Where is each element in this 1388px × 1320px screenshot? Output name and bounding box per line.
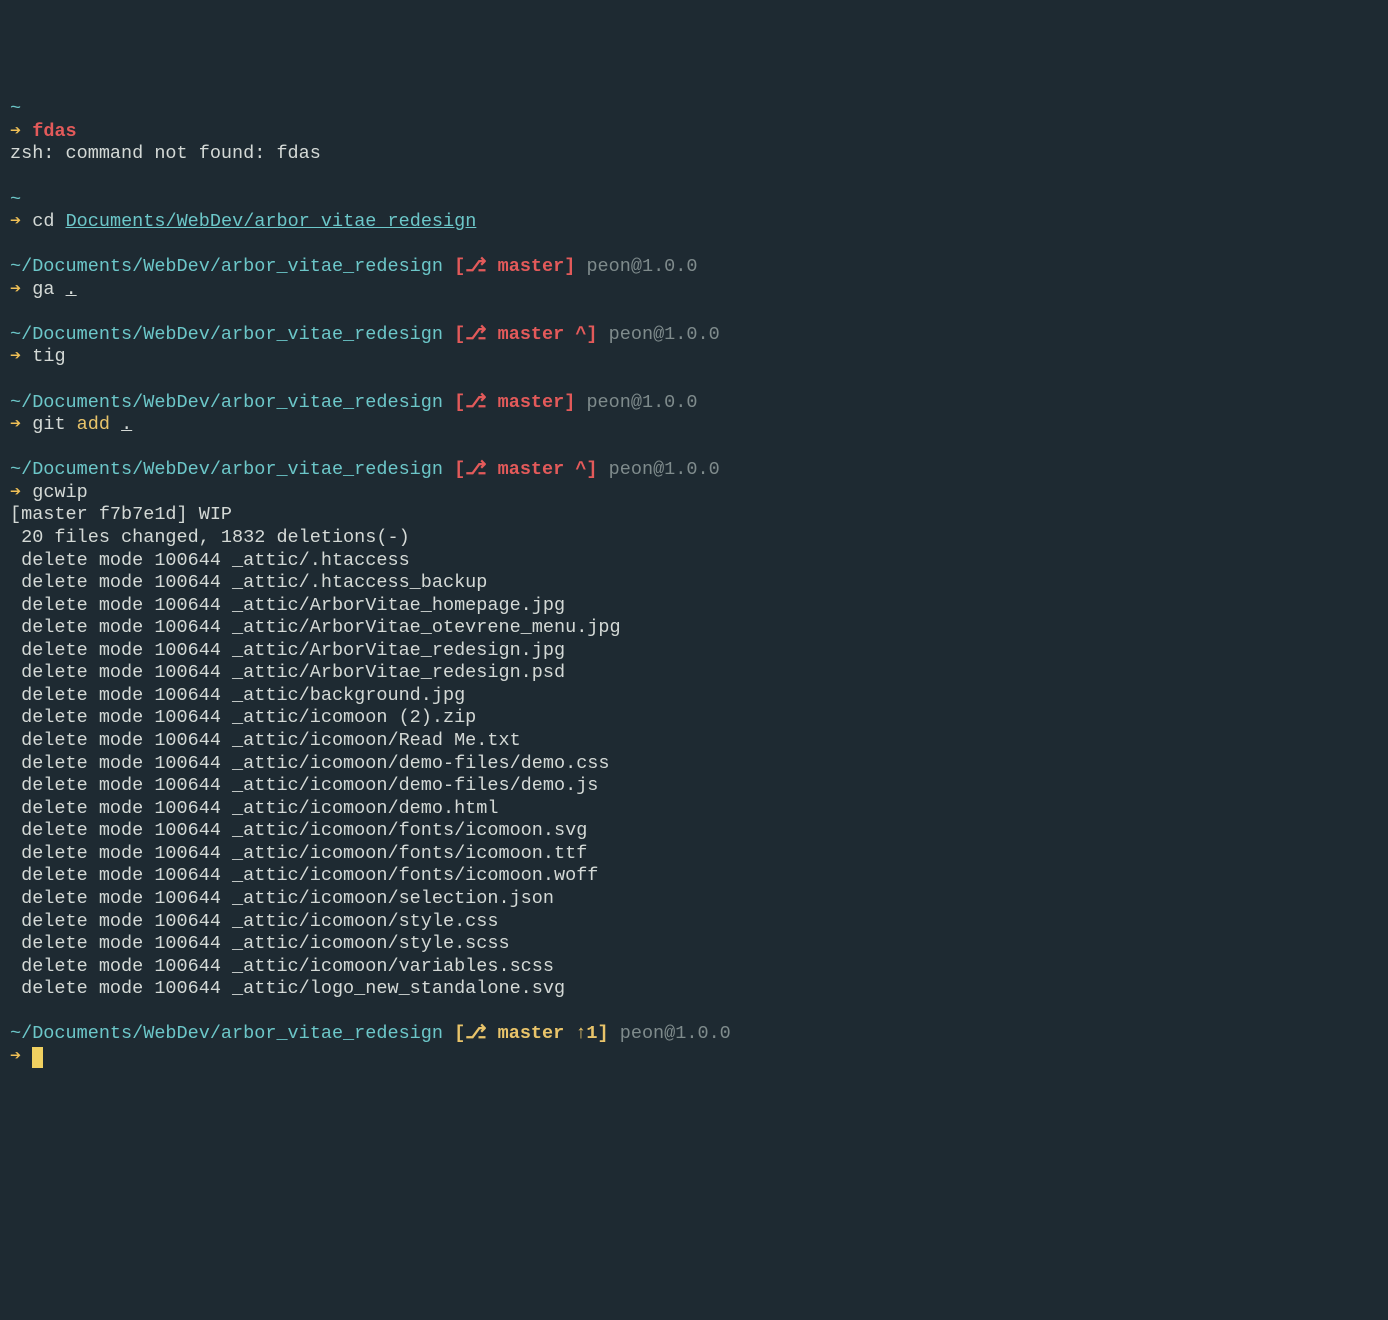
- output-line: delete mode 100644 _attic/.htaccess_back…: [10, 572, 1378, 595]
- command-fragment: add: [77, 414, 121, 435]
- prompt-path-line: ~/Documents/WebDev/arbor_vitae_redesign …: [10, 1023, 1378, 1046]
- blank-line: [10, 301, 1378, 324]
- prompt-path-line: ~/Documents/WebDev/arbor_vitae_redesign …: [10, 256, 1378, 279]
- output-line: [master f7b7e1d] WIP: [10, 504, 1378, 527]
- command-line: ➔ fdas: [10, 121, 1378, 144]
- command-fragment: .: [66, 279, 77, 300]
- command-fragment: .: [121, 414, 132, 435]
- output-line: delete mode 100644 _attic/icomoon/variab…: [10, 956, 1378, 979]
- output-line: delete mode 100644 _attic/icomoon/fonts/…: [10, 843, 1378, 866]
- output-line: delete mode 100644 _attic/icomoon/fonts/…: [10, 865, 1378, 888]
- command-line: ➔ gcwip: [10, 482, 1378, 505]
- command-fragment: git: [32, 414, 76, 435]
- output-line: delete mode 100644 _attic/icomoon/style.…: [10, 911, 1378, 934]
- prompt-path-line: ~: [10, 189, 1378, 212]
- prompt-path-line: ~/Documents/WebDev/arbor_vitae_redesign …: [10, 459, 1378, 482]
- output-line: delete mode 100644 _attic/icomoon/demo.h…: [10, 798, 1378, 821]
- prompt-path-line: ~: [10, 98, 1378, 121]
- output-line: delete mode 100644 _attic/icomoon/select…: [10, 888, 1378, 911]
- output-line: delete mode 100644 _attic/icomoon/style.…: [10, 933, 1378, 956]
- git-branch-indicator: [⎇ master ^]: [454, 459, 597, 480]
- prompt-path-line: ~/Documents/WebDev/arbor_vitae_redesign …: [10, 324, 1378, 347]
- git-branch-indicator: [⎇ master]: [454, 256, 575, 277]
- output-line: delete mode 100644 _attic/icomoon/demo-f…: [10, 753, 1378, 776]
- command-line: ➔ tig: [10, 346, 1378, 369]
- prompt-path-line: ~/Documents/WebDev/arbor_vitae_redesign …: [10, 392, 1378, 415]
- prompt-arrow-icon: ➔: [10, 279, 32, 300]
- output-line: delete mode 100644 _attic/ArborVitae_hom…: [10, 595, 1378, 618]
- output-line: delete mode 100644 _attic/background.jpg: [10, 685, 1378, 708]
- command-fragment: ga: [32, 279, 65, 300]
- prompt-arrow-icon: ➔: [10, 1046, 32, 1067]
- blank-line: [10, 369, 1378, 392]
- blank-line: [10, 166, 1378, 189]
- command-fragment: gcwip: [32, 482, 88, 503]
- output-line: delete mode 100644 _attic/ArborVitae_ote…: [10, 617, 1378, 640]
- prompt-arrow-icon: ➔: [10, 121, 32, 142]
- terminal-cursor: [32, 1047, 43, 1067]
- git-branch-indicator: [⎇ master ↑1]: [454, 1023, 609, 1044]
- git-branch-indicator: [⎇ master ^]: [454, 324, 597, 345]
- output-line: delete mode 100644 _attic/.htaccess: [10, 550, 1378, 573]
- output-line: delete mode 100644 _attic/icomoon/fonts/…: [10, 820, 1378, 843]
- output-line: zsh: command not found: fdas: [10, 143, 1378, 166]
- command-fragment: cd: [32, 211, 65, 232]
- output-line: 20 files changed, 1832 deletions(-): [10, 527, 1378, 550]
- prompt-arrow-icon: ➔: [10, 346, 32, 367]
- active-command-line[interactable]: ➔: [10, 1046, 1378, 1069]
- blank-line: [10, 234, 1378, 257]
- output-line: delete mode 100644 _attic/ArborVitae_red…: [10, 640, 1378, 663]
- blank-line: [10, 1001, 1378, 1024]
- command-line: ➔ cd Documents/WebDev/arbor_vitae_redesi…: [10, 211, 1378, 234]
- output-line: delete mode 100644 _attic/icomoon (2).zi…: [10, 707, 1378, 730]
- command-line: ➔ git add .: [10, 414, 1378, 437]
- output-line: delete mode 100644 _attic/icomoon/demo-f…: [10, 775, 1378, 798]
- git-branch-indicator: [⎇ master]: [454, 392, 575, 413]
- output-line: delete mode 100644 _attic/icomoon/Read M…: [10, 730, 1378, 753]
- prompt-arrow-icon: ➔: [10, 211, 32, 232]
- command-fragment: fdas: [32, 121, 76, 142]
- output-line: delete mode 100644 _attic/ArborVitae_red…: [10, 662, 1378, 685]
- blank-line: [10, 437, 1378, 460]
- command-line: ➔ ga .: [10, 279, 1378, 302]
- command-fragment: tig: [32, 346, 65, 367]
- output-line: delete mode 100644 _attic/logo_new_stand…: [10, 978, 1378, 1001]
- terminal-output[interactable]: ~➔ fdaszsh: command not found: fdas ~➔ c…: [10, 98, 1378, 1068]
- command-fragment: Documents/WebDev/arbor_vitae_redesign: [66, 211, 477, 232]
- prompt-arrow-icon: ➔: [10, 482, 32, 503]
- prompt-arrow-icon: ➔: [10, 414, 32, 435]
